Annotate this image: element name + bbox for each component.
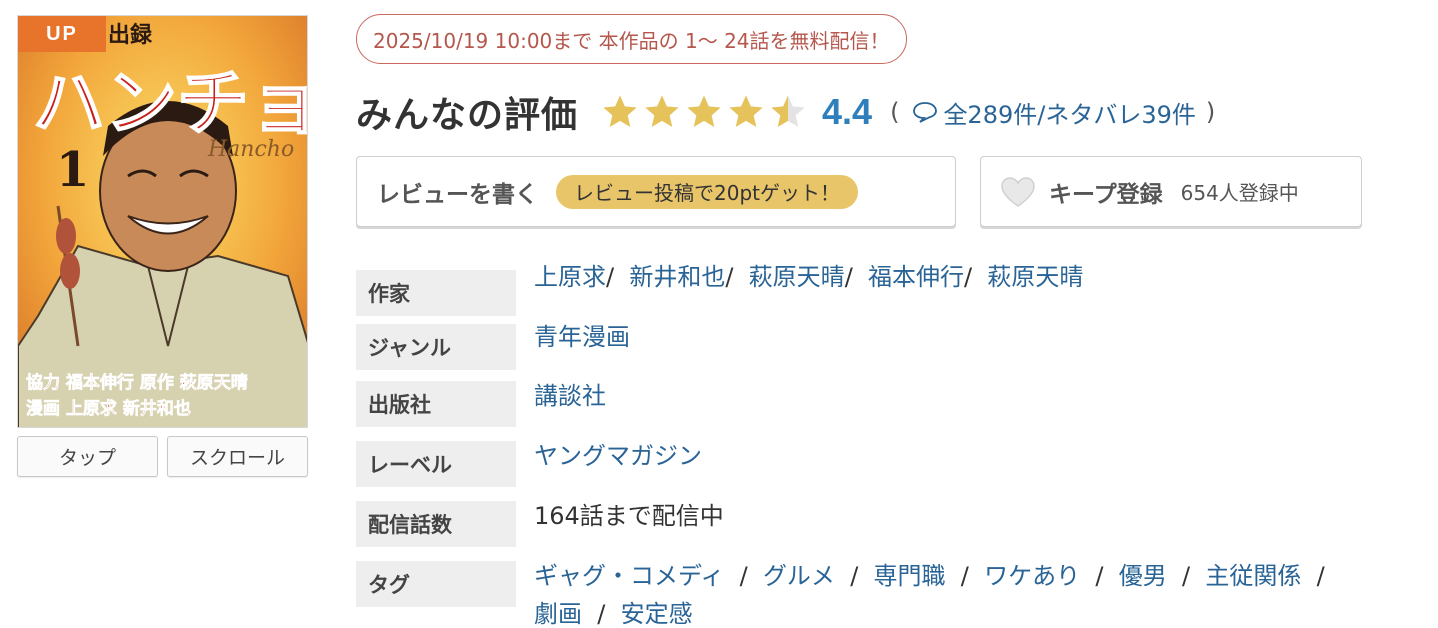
author-list: 上原求/ 新井和也/ 萩原天晴/ 福本伸行/ 萩原天晴: [534, 263, 1084, 291]
tag-link[interactable]: グルメ: [763, 562, 835, 590]
up-badge: UP: [18, 16, 106, 52]
info-row-author: 作家 上原求/ 新井和也/ 萩原天晴/ 福本伸行/ 萩原天晴: [356, 262, 1436, 316]
action-buttons: レビューを書く レビュー投稿で20ptゲット！ キープ登録 654人登録中: [356, 156, 1362, 227]
review-count-link[interactable]: 全289件/ネタバレ39件: [943, 95, 1195, 130]
tag-link[interactable]: 安定感: [621, 600, 693, 628]
rating-score: 4.4: [822, 91, 873, 132]
author-link[interactable]: 萩原天晴: [749, 263, 845, 291]
speech-bubble-icon: [913, 102, 938, 123]
tap-mode-button[interactable]: タップ: [17, 436, 158, 477]
cover-credit-2: 漫画 上原求 新井和也: [26, 398, 191, 419]
rating-row: みんなの評価 4.4 ( 全289件/ネタバレ39件 ): [356, 84, 1215, 140]
half-star-icon: [771, 95, 805, 127]
view-mode-buttons: タップ スクロール: [17, 436, 308, 477]
rating-title: みんなの評価: [356, 95, 579, 136]
star-rating: [600, 92, 808, 132]
imprint-link[interactable]: ヤングマガジン: [534, 442, 702, 470]
author-link[interactable]: 新井和也: [629, 263, 725, 291]
author-link[interactable]: 福本伸行: [868, 263, 964, 291]
star-icon: [645, 95, 679, 127]
promo-text: 2025/10/19 10:00まで 本作品の 1〜 24話を無料配信！: [373, 28, 890, 53]
episodes-value: 164話まで配信中: [534, 502, 724, 530]
open-paren: (: [890, 98, 900, 126]
publisher-label: 出版社: [356, 381, 516, 427]
tag-list: ギャグ・コメディ / グルメ / 専門職 / ワケあり / 優男 / 主従関係 …: [534, 562, 1325, 628]
cover-volume: 1: [56, 142, 89, 198]
publisher-value: 講談社: [534, 381, 606, 412]
info-row-episodes: 配信話数 164話まで配信中: [356, 501, 1436, 547]
star-icon: [729, 95, 763, 127]
info-row-imprint: レーベル ヤングマガジン: [356, 441, 1436, 487]
cover-illustration: ハンチョウ 出録 1 Hancho 協力 福本伸行 原作 萩原天晴 漫画 上原求…: [18, 16, 308, 427]
cover-title: ハンチョウ: [33, 60, 308, 145]
author-link[interactable]: 上原求: [534, 263, 606, 291]
review-counts: ( 全289件/ネタバレ39件 ): [890, 95, 1215, 130]
star-icon: [603, 95, 637, 127]
author-link[interactable]: 萩原天晴: [987, 263, 1083, 291]
close-paren: ): [1205, 98, 1216, 126]
publisher-link[interactable]: 講談社: [534, 382, 606, 410]
info-row-tags: タグ ギャグ・コメディ / グルメ / 専門職 / ワケあり / 優男 / 主従…: [356, 561, 1436, 628]
info-row-publisher: 出版社 講談社: [356, 381, 1436, 427]
work-info-table: 作家 上原求/ 新井和也/ 萩原天晴/ 福本伸行/ 萩原天晴 ジャンル 青年漫画…: [356, 262, 1436, 628]
keep-count: 654人登録中: [1180, 181, 1299, 205]
heart-icon: [1001, 176, 1035, 207]
genre-value: 青年漫画: [534, 322, 630, 353]
tag-link[interactable]: ワケあり: [984, 562, 1080, 590]
review-points-badge: レビュー投稿で20ptゲット！: [556, 174, 858, 209]
episodes-label: 配信話数: [356, 501, 516, 547]
tag-link[interactable]: 優男: [1119, 562, 1167, 590]
genre-label: ジャンル: [356, 324, 516, 370]
keep-button[interactable]: キープ登録 654人登録中: [980, 156, 1362, 227]
tag-link[interactable]: 劇画: [534, 600, 582, 628]
tags-label: タグ: [356, 561, 516, 607]
free-episodes-promo: 2025/10/19 10:00まで 本作品の 1〜 24話を無料配信！: [356, 14, 907, 64]
tag-link[interactable]: 主従関係: [1205, 562, 1301, 590]
genre-link[interactable]: 青年漫画: [534, 323, 630, 351]
author-label: 作家: [356, 270, 516, 316]
tag-link[interactable]: 専門職: [874, 562, 946, 590]
write-review-label: レビューを書く: [377, 181, 538, 208]
scroll-mode-button[interactable]: スクロール: [167, 436, 308, 477]
tag-link[interactable]: ギャグ・コメディ: [534, 562, 724, 590]
cover-top-text: 出録: [108, 22, 153, 48]
imprint-label: レーベル: [356, 441, 516, 487]
cover-subtitle: Hancho: [207, 137, 294, 162]
write-review-button[interactable]: レビューを書く レビュー投稿で20ptゲット！: [356, 156, 956, 227]
cover-image[interactable]: ハンチョウ 出録 1 Hancho 協力 福本伸行 原作 萩原天晴 漫画 上原求…: [17, 15, 308, 428]
keep-label: キープ登録: [1049, 181, 1163, 208]
info-row-genre: ジャンル 青年漫画: [356, 322, 1436, 370]
star-icon: [687, 95, 721, 127]
imprint-value: ヤングマガジン: [534, 441, 702, 472]
cover-credit-1: 協力 福本伸行 原作 萩原天晴: [26, 372, 248, 393]
